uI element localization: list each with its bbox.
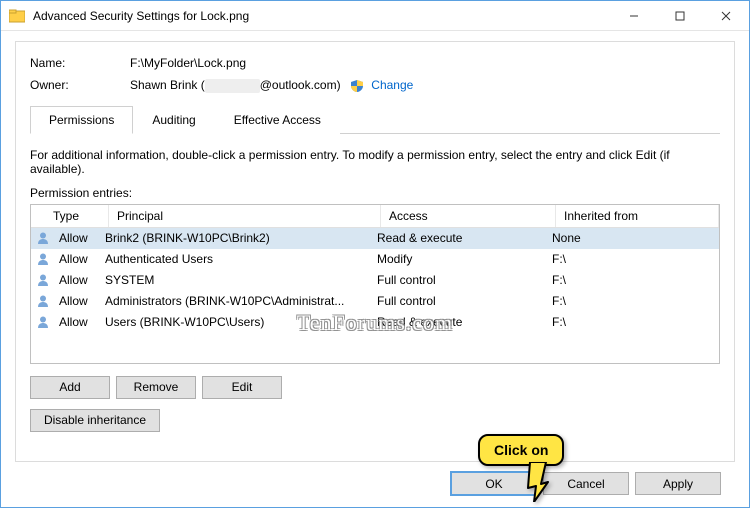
permission-grid: Type Principal Access Inherited from All… — [30, 204, 720, 364]
tab-auditing[interactable]: Auditing — [133, 106, 214, 134]
grid-body: AllowBrink2 (BRINK-W10PC\Brink2)Read & e… — [31, 228, 719, 333]
titlebar: Advanced Security Settings for Lock.png — [1, 1, 749, 31]
cell-access: Read & execute — [369, 315, 544, 329]
cell-inherited: None — [544, 231, 719, 245]
user-icon — [35, 231, 51, 245]
col-principal[interactable]: Principal — [109, 205, 381, 227]
info-text: For additional information, double-click… — [30, 148, 720, 176]
callout-arrow-icon — [526, 462, 556, 505]
grid-header: Type Principal Access Inherited from — [31, 205, 719, 228]
cell-type: Allow — [51, 294, 97, 308]
owner-value: Shawn Brink (@outlook.com) Change — [130, 78, 413, 93]
main-frame: Name: F:\MyFolder\Lock.png Owner: Shawn … — [15, 41, 735, 462]
cell-principal: Users (BRINK-W10PC\Users) — [97, 315, 369, 329]
name-label: Name: — [30, 56, 130, 70]
cell-type: Allow — [51, 273, 97, 287]
user-icon — [35, 294, 51, 308]
cell-type: Allow — [51, 231, 97, 245]
cell-access: Full control — [369, 273, 544, 287]
owner-suffix: @outlook.com) — [260, 78, 341, 92]
window-title: Advanced Security Settings for Lock.png — [33, 9, 611, 23]
cell-inherited: F:\ — [544, 273, 719, 287]
redacted-text — [205, 79, 260, 93]
cell-access: Modify — [369, 252, 544, 266]
apply-button[interactable]: Apply — [635, 472, 721, 495]
ok-button[interactable]: OK — [451, 472, 537, 495]
permission-entries-label: Permission entries: — [30, 186, 720, 200]
advanced-security-window: Advanced Security Settings for Lock.png … — [0, 0, 750, 508]
disable-inheritance-button[interactable]: Disable inheritance — [30, 409, 160, 432]
tab-effective-access[interactable]: Effective Access — [215, 106, 340, 134]
remove-button[interactable]: Remove — [116, 376, 196, 399]
cell-access: Read & execute — [369, 231, 544, 245]
shield-icon — [350, 79, 364, 93]
user-icon — [35, 315, 51, 329]
col-inherited[interactable]: Inherited from — [556, 205, 719, 227]
dialog-footer: OK Cancel Apply — [15, 462, 735, 495]
user-icon — [35, 273, 51, 287]
tabs: Permissions Auditing Effective Access — [30, 105, 720, 134]
cell-principal: Authenticated Users — [97, 252, 369, 266]
table-row[interactable]: AllowUsers (BRINK-W10PC\Users)Read & exe… — [31, 312, 719, 333]
col-access[interactable]: Access — [381, 205, 556, 227]
callout-annotation: Click on — [478, 434, 564, 466]
cell-access: Full control — [369, 294, 544, 308]
table-row[interactable]: AllowAuthenticated UsersModifyF:\ — [31, 249, 719, 270]
cell-inherited: F:\ — [544, 252, 719, 266]
table-row[interactable]: AllowAdministrators (BRINK-W10PC\Adminis… — [31, 291, 719, 312]
owner-name: Shawn Brink — [130, 78, 197, 92]
cell-type: Allow — [51, 315, 97, 329]
edit-button[interactable]: Edit — [202, 376, 282, 399]
cell-inherited: F:\ — [544, 294, 719, 308]
owner-label: Owner: — [30, 78, 130, 92]
tab-permissions[interactable]: Permissions — [30, 106, 133, 134]
cell-principal: Administrators (BRINK-W10PC\Administrat.… — [97, 294, 369, 308]
add-button[interactable]: Add — [30, 376, 110, 399]
col-type[interactable]: Type — [47, 205, 109, 227]
table-row[interactable]: AllowSYSTEMFull controlF:\ — [31, 270, 719, 291]
maximize-button[interactable] — [657, 1, 703, 31]
close-button[interactable] — [703, 1, 749, 31]
minimize-button[interactable] — [611, 1, 657, 31]
cell-principal: SYSTEM — [97, 273, 369, 287]
cell-type: Allow — [51, 252, 97, 266]
cell-inherited: F:\ — [544, 315, 719, 329]
user-icon — [35, 252, 51, 266]
table-row[interactable]: AllowBrink2 (BRINK-W10PC\Brink2)Read & e… — [31, 228, 719, 249]
folder-icon — [9, 8, 25, 24]
cell-principal: Brink2 (BRINK-W10PC\Brink2) — [97, 231, 369, 245]
name-value: F:\MyFolder\Lock.png — [130, 56, 246, 70]
change-owner-link[interactable]: Change — [371, 78, 413, 92]
